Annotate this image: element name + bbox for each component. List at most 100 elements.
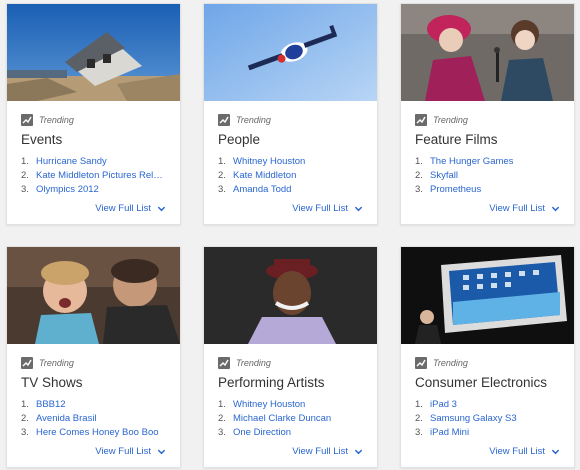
trending-label: Trending	[236, 115, 271, 125]
item-link[interactable]: iPad Mini	[430, 426, 469, 440]
item-number: 2.	[415, 170, 423, 181]
item-number: 2.	[218, 413, 226, 424]
item-number: 3.	[21, 427, 29, 438]
trending-list: 1. Whitney Houston 2. Michael Clarke Dunca…	[218, 398, 363, 440]
card-image[interactable]	[401, 247, 574, 344]
trending-label: Trending	[236, 358, 271, 368]
view-full-list-button[interactable]: View Full List	[95, 446, 166, 457]
view-full-list-label: View Full List	[292, 446, 348, 457]
trending-chart-icon	[21, 357, 33, 369]
item-link[interactable]: One Direction	[233, 426, 291, 440]
item-link[interactable]: Hurricane Sandy	[36, 155, 107, 169]
item-link[interactable]: iPad 3	[430, 398, 457, 412]
card-image[interactable]	[401, 4, 574, 101]
card-title: Consumer Electronics	[415, 375, 548, 390]
item-number: 1.	[21, 156, 29, 167]
view-full-list-label: View Full List	[95, 446, 151, 457]
item-link[interactable]: Whitney Houston	[233, 398, 305, 412]
card-performing-artists: Trending Performing Artists 1. Whitney Ho…	[203, 246, 378, 468]
list-item: 1. Hurricane Sandy	[21, 155, 166, 169]
list-item: 3. iPad Mini	[415, 426, 560, 440]
item-number: 3.	[21, 184, 29, 195]
view-full-list-label: View Full List	[292, 203, 348, 214]
item-number: 2.	[415, 413, 423, 424]
trending-tag: Trending	[21, 356, 166, 370]
trending-list: 1. Hurricane Sandy 2. Kate Middleton Pictu…	[21, 155, 166, 197]
card-events: Trending Events 1. Hurricane Sandy 2. Kate…	[6, 3, 181, 225]
item-link[interactable]: Skyfall	[430, 169, 458, 183]
item-link[interactable]: Amanda Todd	[233, 183, 291, 197]
item-link[interactable]: Whitney Houston	[233, 155, 305, 169]
trending-list: 1. BBB12 2. Avenida Brasil 3. Here Comes Ho…	[21, 398, 166, 440]
card-image[interactable]	[7, 4, 180, 101]
trending-tag: Trending	[415, 113, 560, 127]
trending-chart-icon	[218, 114, 230, 126]
card-tv-shows: Trending TV Shows 1. BBB12 2. Avenida Bras…	[6, 246, 181, 468]
list-item: 1. iPad 3	[415, 398, 560, 412]
view-full-list-button[interactable]: View Full List	[489, 203, 560, 214]
trending-tag: Trending	[415, 356, 560, 370]
trending-grid: Trending Events 1. Hurricane Sandy 2. Kate…	[0, 0, 580, 470]
chevron-down-icon	[157, 206, 166, 212]
item-link[interactable]: Michael Clarke Duncan	[233, 412, 331, 426]
trending-label: Trending	[39, 358, 74, 368]
item-number: 2.	[21, 413, 29, 424]
list-item: 2. Skyfall	[415, 169, 560, 183]
trending-tag: Trending	[218, 356, 363, 370]
item-number: 1.	[415, 399, 423, 410]
item-number: 1.	[218, 399, 226, 410]
item-link[interactable]: Prometheus	[430, 183, 481, 197]
chevron-down-icon	[551, 449, 560, 455]
list-item: 1. The Hunger Games	[415, 155, 560, 169]
list-item: 3. Here Comes Honey Boo Boo	[21, 426, 166, 440]
item-number: 3.	[218, 184, 226, 195]
item-link[interactable]: BBB12	[36, 398, 66, 412]
item-link[interactable]: Kate Middleton	[233, 169, 296, 183]
chevron-down-icon	[354, 206, 363, 212]
trending-list: 1. iPad 3 2. Samsung Galaxy S3 3. iPad Mini	[415, 398, 560, 440]
trending-label: Trending	[39, 115, 74, 125]
list-item: 3. One Direction	[218, 426, 363, 440]
list-item: 2. Michael Clarke Duncan	[218, 412, 363, 426]
card-title: Feature Films	[415, 132, 498, 147]
card-title: Performing Artists	[218, 375, 325, 390]
view-full-list-label: View Full List	[95, 203, 151, 214]
item-link[interactable]: Samsung Galaxy S3	[430, 412, 517, 426]
item-link[interactable]: Avenida Brasil	[36, 412, 97, 426]
card-image[interactable]	[7, 247, 180, 344]
item-link[interactable]: Olympics 2012	[36, 183, 99, 197]
item-number: 3.	[415, 184, 423, 195]
item-link[interactable]: The Hunger Games	[430, 155, 513, 169]
item-link[interactable]: Here Comes Honey Boo Boo	[36, 426, 159, 440]
item-number: 3.	[218, 427, 226, 438]
view-full-list-button[interactable]: View Full List	[489, 446, 560, 457]
trending-chart-icon	[218, 357, 230, 369]
item-number: 2.	[218, 170, 226, 181]
list-item: 2. Avenida Brasil	[21, 412, 166, 426]
chevron-down-icon	[354, 449, 363, 455]
view-full-list-button[interactable]: View Full List	[292, 203, 363, 214]
item-number: 2.	[21, 170, 29, 181]
view-full-list-button[interactable]: View Full List	[292, 446, 363, 457]
trending-label: Trending	[433, 115, 468, 125]
trending-tag: Trending	[21, 113, 166, 127]
card-people: Trending People 1. Whitney Houston 2. Kate…	[203, 3, 378, 225]
chevron-down-icon	[551, 206, 560, 212]
trending-chart-icon	[21, 114, 33, 126]
card-feature-films: Trending Feature Films 1. The Hunger Game…	[400, 3, 575, 225]
view-full-list-label: View Full List	[489, 446, 545, 457]
list-item: 2. Kate Middleton Pictures Rele...	[21, 169, 166, 183]
item-number: 1.	[415, 156, 423, 167]
card-title: People	[218, 132, 261, 147]
item-number: 1.	[218, 156, 226, 167]
trending-chart-icon	[415, 114, 427, 126]
trending-label: Trending	[433, 358, 468, 368]
view-full-list-button[interactable]: View Full List	[95, 203, 166, 214]
list-item: 2. Samsung Galaxy S3	[415, 412, 560, 426]
trending-tag: Trending	[218, 113, 363, 127]
list-item: 2. Kate Middleton	[218, 169, 363, 183]
card-image[interactable]	[204, 4, 377, 101]
item-link[interactable]: Kate Middleton Pictures Rele...	[36, 169, 166, 183]
list-item: 3. Amanda Todd	[218, 183, 363, 197]
card-image[interactable]	[204, 247, 377, 344]
